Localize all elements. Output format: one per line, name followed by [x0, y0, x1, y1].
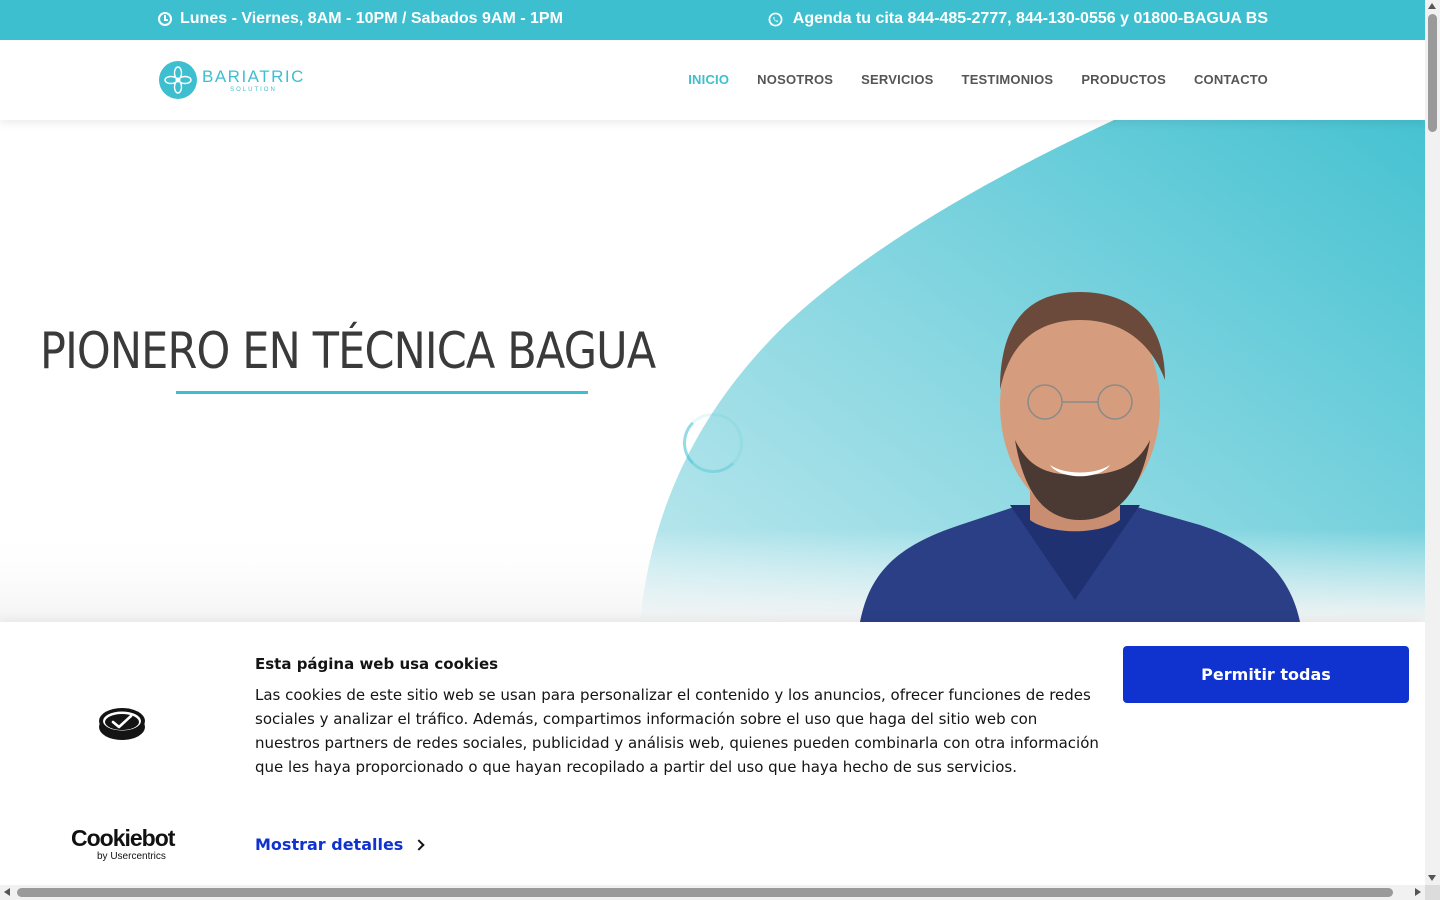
show-details-label: Mostrar detalles	[255, 835, 404, 854]
logo-flower-icon	[159, 61, 197, 99]
allow-all-button[interactable]: Permitir todas	[1123, 646, 1409, 703]
nav-item-servicios[interactable]: SERVICIOS	[861, 72, 933, 87]
scrollbar-corner	[1425, 885, 1440, 900]
scroll-down-arrow-icon[interactable]	[1428, 875, 1436, 881]
vertical-scrollbar[interactable]	[1425, 0, 1440, 885]
top-info-bar: Lunes - Viernes, 8AM - 10PM / Sabados 9A…	[0, 0, 1425, 40]
scroll-up-arrow-icon[interactable]	[1428, 3, 1436, 9]
nav-item-contacto[interactable]: CONTACTO	[1194, 72, 1268, 87]
clock-icon	[158, 12, 172, 26]
appointment-info[interactable]: Agenda tu cita 844-485-2777, 844-130-055…	[768, 10, 1268, 28]
cookie-banner-text: Las cookies de este sitio web se usan pa…	[255, 686, 1099, 776]
cookiebot-logo[interactable]: Cookiebot by Usercentrics	[71, 825, 175, 863]
main-navigation: INICIO NOSOTROS SERVICIOS TESTIMONIOS PR…	[688, 72, 1268, 87]
horizontal-scrollbar[interactable]	[0, 885, 1425, 900]
logo-subtitle: SOLUTION	[230, 86, 277, 93]
nav-item-productos[interactable]: PRODUCTOS	[1081, 72, 1166, 87]
nav-item-inicio[interactable]: INICIO	[688, 72, 729, 87]
hero-underline	[176, 391, 588, 394]
vertical-scroll-thumb[interactable]	[1428, 14, 1437, 132]
site-header: BARIATRIC SOLUTION INICIO NOSOTROS SERVI…	[0, 40, 1425, 120]
cookie-consent-banner: Cookiebot by Usercentrics Esta página we…	[0, 622, 1425, 885]
cookie-banner-title: Esta página web usa cookies	[255, 655, 499, 673]
show-details-link[interactable]: Mostrar detalles	[255, 835, 425, 854]
scroll-left-arrow-icon[interactable]	[4, 888, 10, 896]
business-hours-text: Lunes - Viernes, 8AM - 10PM / Sabados 9A…	[180, 10, 563, 27]
scroll-right-arrow-icon[interactable]	[1415, 888, 1421, 896]
whatsapp-icon	[768, 12, 783, 26]
horizontal-scroll-thumb[interactable]	[17, 888, 1393, 897]
business-hours: Lunes - Viernes, 8AM - 10PM / Sabados 9A…	[158, 10, 563, 28]
cookie-icon	[99, 708, 145, 740]
appointment-text: Agenda tu cita 844-485-2777, 844-130-055…	[792, 10, 1268, 27]
nav-item-nosotros[interactable]: NOSOTROS	[757, 72, 833, 87]
site-logo[interactable]: BARIATRIC SOLUTION	[158, 60, 305, 100]
cookiebot-byline: by Usercentrics	[97, 851, 166, 862]
logo-wordmark: BARIATRIC	[202, 66, 305, 86]
hero-title: PIONERO EN TÉCNICA BAGUA	[40, 322, 656, 380]
chevron-right-icon	[413, 838, 425, 851]
cookiebot-wordmark: Cookiebot	[71, 825, 175, 851]
nav-item-testimonios[interactable]: TESTIMONIOS	[962, 72, 1054, 87]
page-viewport: PIONERO EN TÉCNICA BAGUA Lunes - Viernes…	[0, 0, 1425, 885]
loading-spinner-icon	[683, 413, 743, 473]
